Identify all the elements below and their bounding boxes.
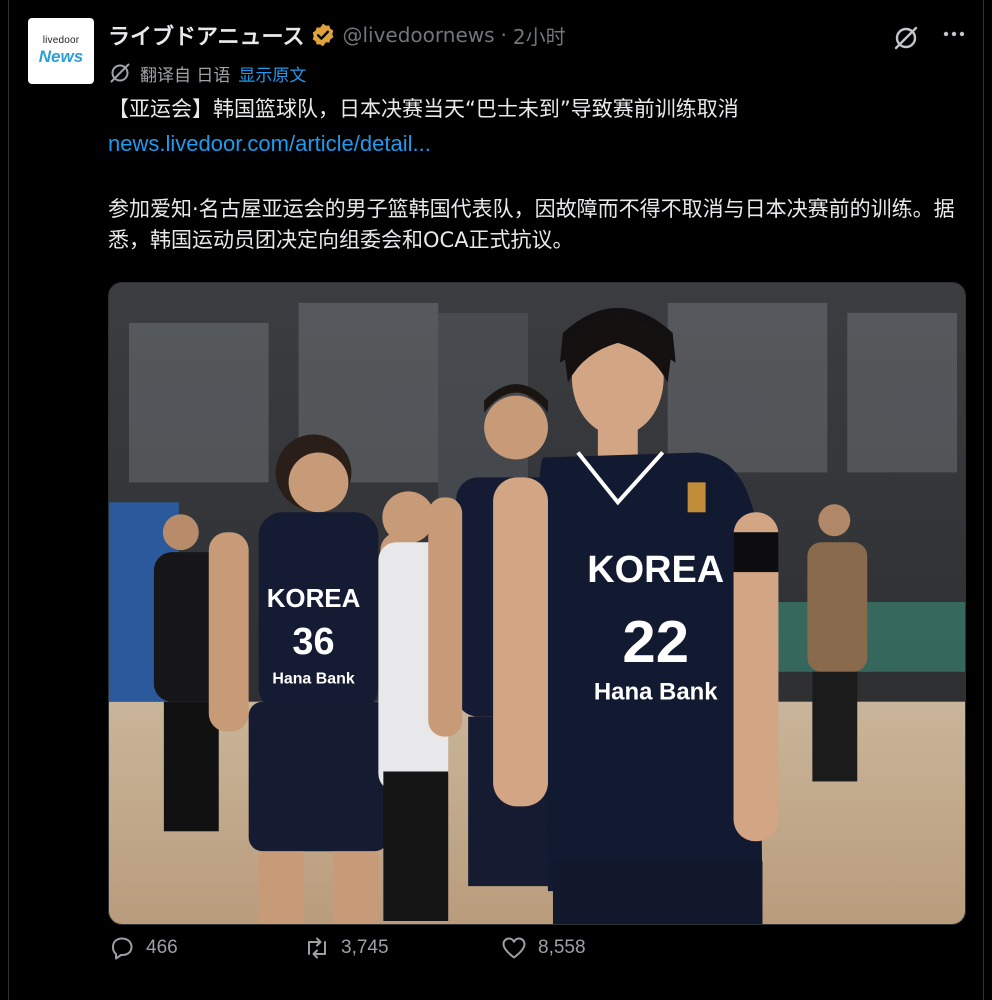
timestamp[interactable]: 2小时: [513, 21, 566, 50]
translate-icon: [108, 61, 132, 85]
jersey-number-22: 22: [622, 608, 689, 675]
jersey-team-36: KOREA: [267, 585, 361, 613]
avatar-line1: livedoor: [42, 35, 80, 46]
jersey-sponsor-36: Hana Bank: [272, 671, 355, 688]
translation-label: 翻译自 日语: [140, 65, 231, 86]
jersey-team-22: KOREA: [587, 549, 724, 591]
post-header: ライブドアニュース @livedoornews · 2小时: [108, 20, 566, 50]
display-name[interactable]: ライブドアニュース: [108, 19, 304, 51]
post-body: 参加爱知·名古屋亚运会的男子篮韩国代表队，因故障而不得不取消与日本决赛前的训练。…: [108, 197, 955, 252]
like-icon: [502, 937, 526, 959]
jersey-number-36: 36: [292, 621, 334, 663]
repost-count: 3,745: [341, 937, 389, 958]
like-count: 8,558: [538, 937, 586, 958]
repost-icon: [308, 937, 326, 959]
reply-count: 466: [146, 937, 178, 958]
verified-badge-icon[interactable]: [310, 22, 336, 48]
jersey-sponsor-22: Hana Bank: [594, 679, 718, 706]
avatar-line2: News: [38, 47, 84, 66]
more-icon[interactable]: [940, 20, 968, 56]
post-photo[interactable]: KOREA 36 Hana Bank KOREA 22 Hana Bank: [108, 282, 966, 925]
post-headline: 【亚运会】韩国篮球队，日本决赛当天“巴士未到”导致赛前训练取消: [108, 97, 739, 121]
article-link[interactable]: news.livedoor.com/article/detail...: [108, 128, 968, 159]
handle[interactable]: @livedoornews: [342, 23, 494, 47]
show-original-link[interactable]: 显示原文: [238, 61, 306, 86]
reply-button[interactable]: 466: [108, 934, 178, 962]
post-top-actions: [892, 20, 968, 56]
like-button[interactable]: 8,558: [500, 934, 586, 962]
translation-bar: 翻译自 日语 显示原文: [108, 60, 306, 86]
reply-icon: [112, 937, 133, 960]
avatar[interactable]: livedoor News: [28, 18, 94, 84]
separator: ·: [500, 23, 507, 47]
repost-button[interactable]: 3,745: [303, 934, 389, 962]
grok-icon[interactable]: [892, 24, 920, 52]
